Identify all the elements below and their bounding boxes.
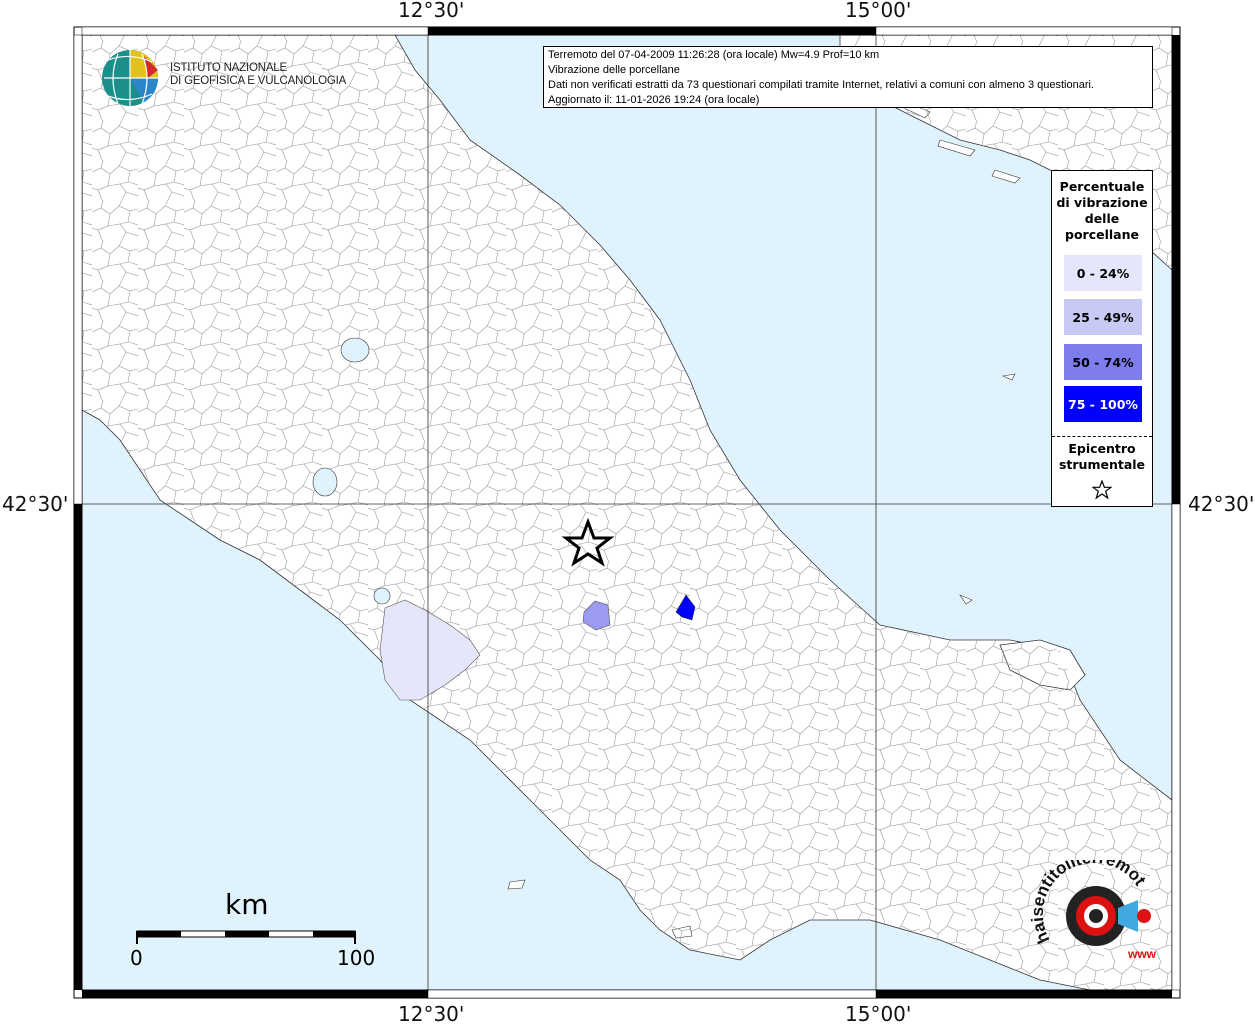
lake-trasimeno	[340, 337, 370, 363]
lake-bracciano	[373, 587, 391, 605]
lon-label-top-right: 15°00'	[845, 0, 912, 22]
scale-unit: km	[225, 888, 269, 921]
logo-line-2: DI GEOFISICA E VULCANOLOGIA	[170, 75, 347, 87]
event-info-box: Terremoto del 07-04-2009 11:26:28 (ora l…	[543, 46, 1153, 108]
legend-title-line: porcellane	[1065, 227, 1139, 242]
update-timestamp: Aggiornato il: 11-01-2026 19:24 (ora loc…	[548, 94, 760, 106]
ingv-logo	[100, 48, 162, 114]
lon-label-bottom-right: 15°00'	[845, 1002, 912, 1026]
lat-label-left: 42°30'	[2, 492, 69, 516]
legend-title-line: delle	[1084, 211, 1120, 226]
scale-max: 100	[337, 946, 376, 970]
legend-title: Percentuale di vibrazione delle porcella…	[1052, 179, 1152, 243]
legend: Percentuale di vibrazione delle porcella…	[1051, 170, 1153, 507]
lake-bolsena	[312, 467, 338, 497]
epicenter-label-line: strumentale	[1058, 457, 1146, 472]
lon-label-top-left: 12°30'	[398, 0, 465, 22]
data-note: Dati non verificati estratti da 73 quest…	[548, 79, 1094, 91]
lon-label-bottom-left: 12°30'	[398, 1002, 465, 1026]
map-subject: Vibrazione delle porcellane	[548, 64, 680, 76]
legend-divider	[1052, 436, 1152, 437]
ingv-logo-text: ISTITUTO NAZIONALE DI GEOFISICA E VULCAN…	[170, 62, 346, 88]
lat-label-right: 42°30'	[1188, 492, 1255, 516]
scale-min: 0	[130, 946, 143, 970]
legend-title-line: di vibrazione	[1056, 195, 1148, 210]
legend-item-50-74: 50 - 74%	[1064, 344, 1142, 380]
epicenter-label-line: Epicentro	[1068, 441, 1136, 456]
ingv-globe-icon	[102, 50, 158, 106]
legend-star-icon	[1092, 480, 1112, 500]
legend-epicenter-label: Epicentro strumentale	[1052, 441, 1152, 473]
logo-line-1: ISTITUTO NAZIONALE	[170, 62, 287, 74]
brand-sub: www	[1127, 947, 1157, 961]
legend-item-0-24: 0 - 24%	[1064, 255, 1142, 291]
legend-item-25-49: 25 - 49%	[1064, 299, 1142, 335]
legend-title-line: Percentuale	[1059, 179, 1145, 194]
event-title: Terremoto del 07-04-2009 11:26:28 (ora l…	[548, 49, 880, 61]
haisentito-logo: haisentitoilterremoto.it www	[1025, 845, 1160, 979]
haisentito-logo-icon: haisentitoilterremoto.it www	[1025, 845, 1157, 961]
legend-item-75-100: 75 - 100%	[1064, 386, 1142, 422]
